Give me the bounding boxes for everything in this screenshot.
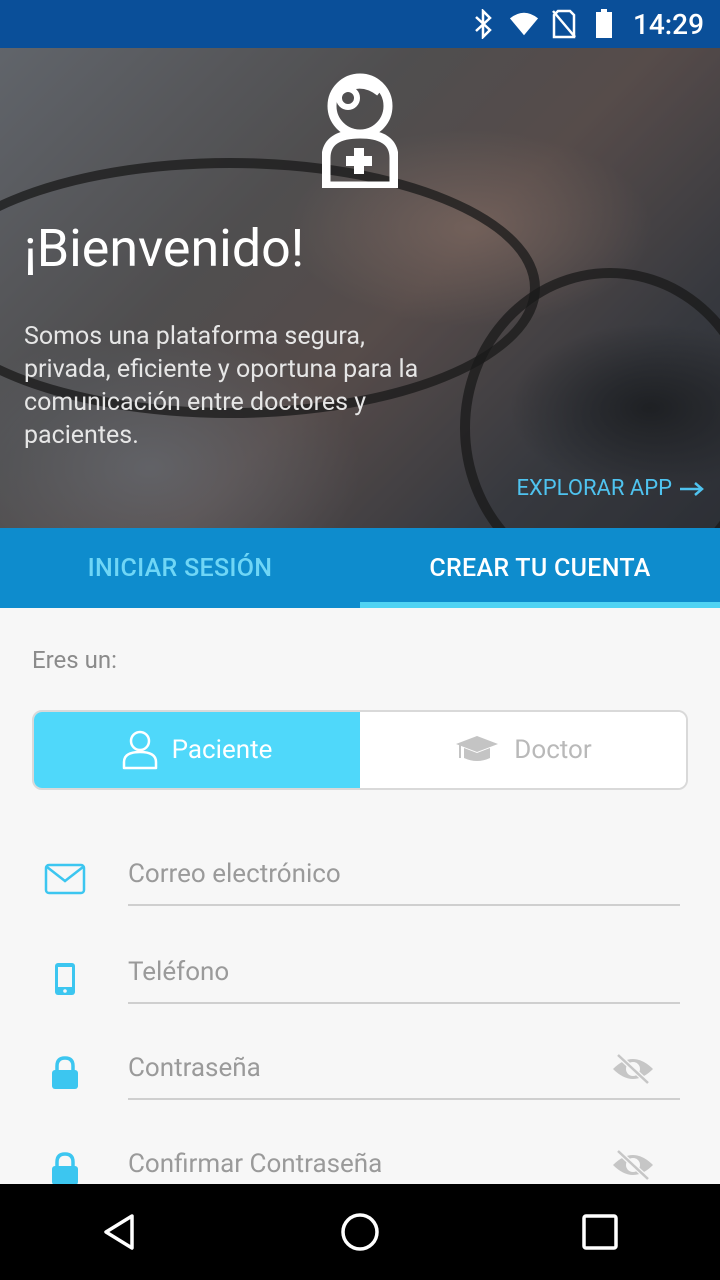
explore-app-label: EXPLORAR APP	[516, 476, 673, 501]
role-patient-button[interactable]: Paciente	[34, 712, 360, 788]
recents-button[interactable]	[552, 1184, 648, 1280]
user-icon	[122, 730, 157, 770]
password-field-row	[0, 1038, 720, 1134]
phone-field[interactable]	[128, 942, 680, 1004]
role-prompt: Eres un:	[32, 646, 117, 674]
wifi-icon	[509, 9, 539, 39]
welcome-tagline: Somos una plataforma segura, privada, ef…	[24, 322, 419, 450]
confirm-password-field-row	[0, 1134, 720, 1184]
email-field-row	[0, 844, 720, 940]
phone-icon	[44, 958, 86, 1000]
battery-icon	[589, 9, 619, 39]
tab-login[interactable]: INICIAR SESIÓN	[0, 528, 360, 608]
auth-tabs: INICIAR SESIÓN CREAR TU CUENTA	[0, 528, 720, 608]
system-navigation-bar	[0, 1184, 720, 1280]
tab-create-account[interactable]: CREAR TU CUENTA	[360, 528, 720, 608]
role-doctor-button[interactable]: Doctor	[360, 712, 686, 788]
no-sim-icon	[549, 9, 579, 39]
recents-square-icon	[582, 1214, 618, 1250]
nurse-logo-icon	[322, 73, 398, 188]
hero-banner: ¡Bienvenido! Somos una plataforma segura…	[0, 48, 720, 528]
tab-login-label: INICIAR SESIÓN	[87, 553, 273, 583]
back-triangle-icon	[104, 1214, 134, 1250]
role-patient-label: Paciente	[171, 735, 273, 765]
lock-icon	[44, 1148, 86, 1184]
graduation-cap-icon	[456, 736, 499, 761]
eye-slash-icon[interactable]	[610, 1148, 656, 1182]
signup-form: Eres un: Paciente Doctor	[0, 608, 720, 1184]
tab-create-account-label: CREAR TU CUENTA	[429, 553, 651, 583]
explore-app-link[interactable]: EXPLORAR APP	[517, 476, 705, 501]
password-field[interactable]	[128, 1038, 680, 1100]
envelope-icon	[44, 858, 86, 900]
eye-slash-icon[interactable]	[610, 1052, 656, 1086]
home-button[interactable]	[312, 1184, 408, 1280]
role-doctor-label: Doctor	[514, 735, 592, 765]
email-field[interactable]	[128, 844, 680, 906]
arrow-right-icon	[680, 481, 704, 496]
welcome-title: ¡Bienvenido!	[24, 218, 305, 279]
phone-field-row	[0, 942, 720, 1038]
bluetooth-icon	[469, 9, 499, 39]
status-time: 14:29	[632, 7, 704, 41]
lock-icon	[44, 1052, 86, 1094]
back-button[interactable]	[72, 1184, 168, 1280]
home-circle-icon	[341, 1213, 379, 1251]
role-selector: Paciente Doctor	[32, 710, 688, 790]
confirm-password-field[interactable]	[128, 1134, 680, 1184]
status-bar: 14:29	[0, 0, 720, 48]
